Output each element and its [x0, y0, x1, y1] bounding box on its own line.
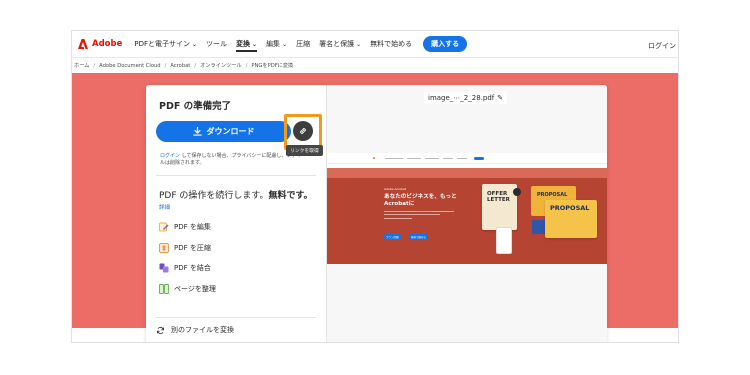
- preview-proposal-front: PROPOSAL: [545, 200, 597, 238]
- nav-pdf-esign-label: PDFと電子サイン: [134, 40, 190, 48]
- proposal-front-text: PROPOSAL: [550, 204, 590, 212]
- brand-name: Adobe: [92, 39, 123, 49]
- nav-sign-protect[interactable]: 署名と保護 ⌄: [319, 39, 361, 49]
- preview-tag: Adobe Acrobat: [384, 187, 407, 191]
- tool-merge-pdf-label: PDF を結合: [174, 264, 211, 272]
- pdf-page-preview: A Adobe Acrobat あなたのビジネスを、もっとAcrobatに プラ…: [327, 153, 607, 264]
- preview-phone: [496, 227, 512, 254]
- hero-background: PDF の準備完了 ダウンロード リンクを取得 ログイン して保存しない場合、プ…: [72, 73, 678, 342]
- preview-headline: あなたのビジネスを、もっとAcrobatに: [384, 194, 457, 207]
- proposal-back-text: PROPOSAL: [537, 192, 568, 198]
- refresh-icon: [157, 326, 164, 334]
- preview-nav-line: [385, 157, 404, 159]
- pencil-icon[interactable]: ✎: [497, 94, 503, 102]
- continue-free-text: 無料です。: [268, 191, 313, 201]
- adobe-logo[interactable]: Adobe: [78, 39, 122, 49]
- breadcrumb-current: PNGをPDFに変換: [251, 63, 294, 69]
- preview-nav-line: [457, 157, 468, 159]
- buy-button[interactable]: 購入する: [423, 36, 468, 52]
- preview-body-line: [384, 211, 454, 212]
- nav-edit-label: 編集: [266, 40, 281, 48]
- download-label: ダウンロード: [206, 127, 255, 136]
- tool-list: PDF を編集 PDF を圧縮 PDF を結合 ページを整理: [159, 222, 216, 304]
- detail-link[interactable]: 詳細: [159, 203, 170, 211]
- breadcrumb-separator: /: [93, 62, 96, 69]
- chevron-down-icon: ⌄: [192, 40, 198, 48]
- nav-convert[interactable]: 変換 ⌄: [236, 39, 258, 52]
- continue-heading: PDF の操作を続行します。無料です。: [159, 188, 313, 201]
- nav-compress[interactable]: 圧縮: [296, 39, 310, 49]
- login-note-link[interactable]: ログイン: [160, 153, 180, 159]
- nav-tools-label: ツール: [206, 40, 228, 48]
- tool-organize-pages[interactable]: ページを整理: [159, 283, 216, 294]
- breadcrumb-separator: /: [194, 62, 197, 69]
- download-icon: [192, 127, 202, 136]
- tool-edit-pdf-label: PDF を編集: [174, 223, 211, 231]
- divider: [156, 175, 316, 176]
- merge-pdf-icon: [159, 263, 169, 273]
- tool-merge-pdf[interactable]: PDF を結合: [159, 263, 216, 273]
- preview-button-1: プラン詳細: [384, 234, 401, 239]
- preview-round-icon: [513, 188, 521, 196]
- nav-tools[interactable]: ツール: [206, 39, 227, 49]
- breadcrumb-separator: /: [245, 62, 248, 69]
- filename-text: image_⋯_2_28.pdf: [428, 93, 495, 102]
- edit-pdf-icon: [159, 222, 169, 232]
- ready-title: PDF の準備完了: [159, 101, 232, 112]
- get-link-button[interactable]: [293, 121, 313, 141]
- tool-edit-pdf[interactable]: PDF を編集: [159, 222, 216, 232]
- preview-adobe-logo: A: [373, 156, 376, 160]
- nav-convert-label: 変換: [236, 40, 251, 48]
- nav-edit[interactable]: 編集 ⌄: [266, 39, 287, 49]
- adobe-logo-icon: [78, 39, 88, 49]
- result-card: PDF の準備完了 ダウンロード リンクを取得 ログイン して保存しない場合、プ…: [146, 85, 607, 342]
- pdf-preview-panel: image_⋯_2_28.pdf ✎ A Adobe Acrobat あなたのビ…: [327, 85, 607, 342]
- chevron-down-icon: ⌄: [282, 40, 288, 48]
- nav-compress-label: 圧縮: [296, 40, 311, 48]
- preview-nav: A: [327, 153, 607, 164]
- chevron-down-icon: ⌄: [356, 40, 362, 48]
- login-link[interactable]: ログイン: [648, 41, 676, 51]
- tool-compress-pdf[interactable]: PDF を圧縮: [159, 242, 216, 253]
- tool-compress-pdf-label: PDF を圧縮: [174, 243, 211, 252]
- preview-button-2: 無料で始める: [409, 234, 429, 239]
- preview-nav-line: [407, 157, 422, 159]
- top-nav: Adobe PDFと電子サイン ⌄ ツール 変換 ⌄ 編集 ⌄ 圧縮 署名と保護 ⌄ 無…: [72, 31, 678, 58]
- breadcrumb-home[interactable]: ホーム: [74, 62, 89, 69]
- compress-pdf-icon: [159, 242, 169, 253]
- privacy-note-text: して保存しない場合、プライバシーに配慮し、ファイルは削除されます。: [160, 153, 302, 166]
- preview-body-line: [384, 218, 412, 219]
- nav-sign-protect-label: 署名と保護: [319, 40, 355, 48]
- tool-organize-pages-label: ページを整理: [174, 284, 216, 293]
- breadcrumb: ホーム / Adobe Document Cloud / Acrobat / オンライ…: [72, 58, 678, 73]
- preview-nav-pill: [474, 156, 485, 160]
- nav-free-start-label: 無料で始める: [370, 40, 413, 48]
- organize-pages-icon: [159, 283, 169, 294]
- filename-field[interactable]: image_⋯_2_28.pdf ✎: [424, 91, 508, 104]
- breadcrumb-online-tools[interactable]: オンラインツール: [200, 62, 242, 69]
- convert-another-label: 別のファイルを変換: [171, 326, 234, 334]
- chevron-down-icon: ⌄: [252, 40, 258, 48]
- breadcrumb-acrobat[interactable]: Acrobat: [170, 63, 190, 69]
- preview-body: [384, 211, 454, 219]
- continue-text: PDF の操作を続行します。: [159, 191, 269, 201]
- preview-nav-line: [443, 157, 454, 159]
- privacy-note: ログイン して保存しない場合、プライバシーに配慮し、ファイルは削除されます。: [160, 153, 305, 167]
- preview-offer-letter: OFFER LETTER: [482, 184, 517, 230]
- preview-nav-line: [425, 157, 440, 159]
- preview-hero: Adobe Acrobat あなたのビジネスを、もっとAcrobatに プラン詳…: [327, 168, 607, 264]
- nav-free-start[interactable]: 無料で始める: [370, 39, 412, 49]
- breadcrumb-separator: /: [164, 62, 167, 69]
- preview-body-line: [384, 214, 440, 215]
- download-button[interactable]: ダウンロード: [156, 121, 291, 142]
- link-icon: [300, 128, 306, 134]
- preview-hero-bar: [327, 168, 607, 178]
- convert-another-button[interactable]: 別のファイルを変換: [156, 317, 316, 335]
- nav-pdf-esign[interactable]: PDFと電子サイン ⌄: [134, 39, 197, 49]
- actions-panel: PDF の準備完了 ダウンロード リンクを取得 ログイン して保存しない場合、プ…: [146, 85, 327, 342]
- breadcrumb-document-cloud[interactable]: Adobe Document Cloud: [99, 63, 160, 69]
- browser-page: Adobe PDFと電子サイン ⌄ ツール 変換 ⌄ 編集 ⌄ 圧縮 署名と保護 ⌄ 無…: [71, 30, 679, 343]
